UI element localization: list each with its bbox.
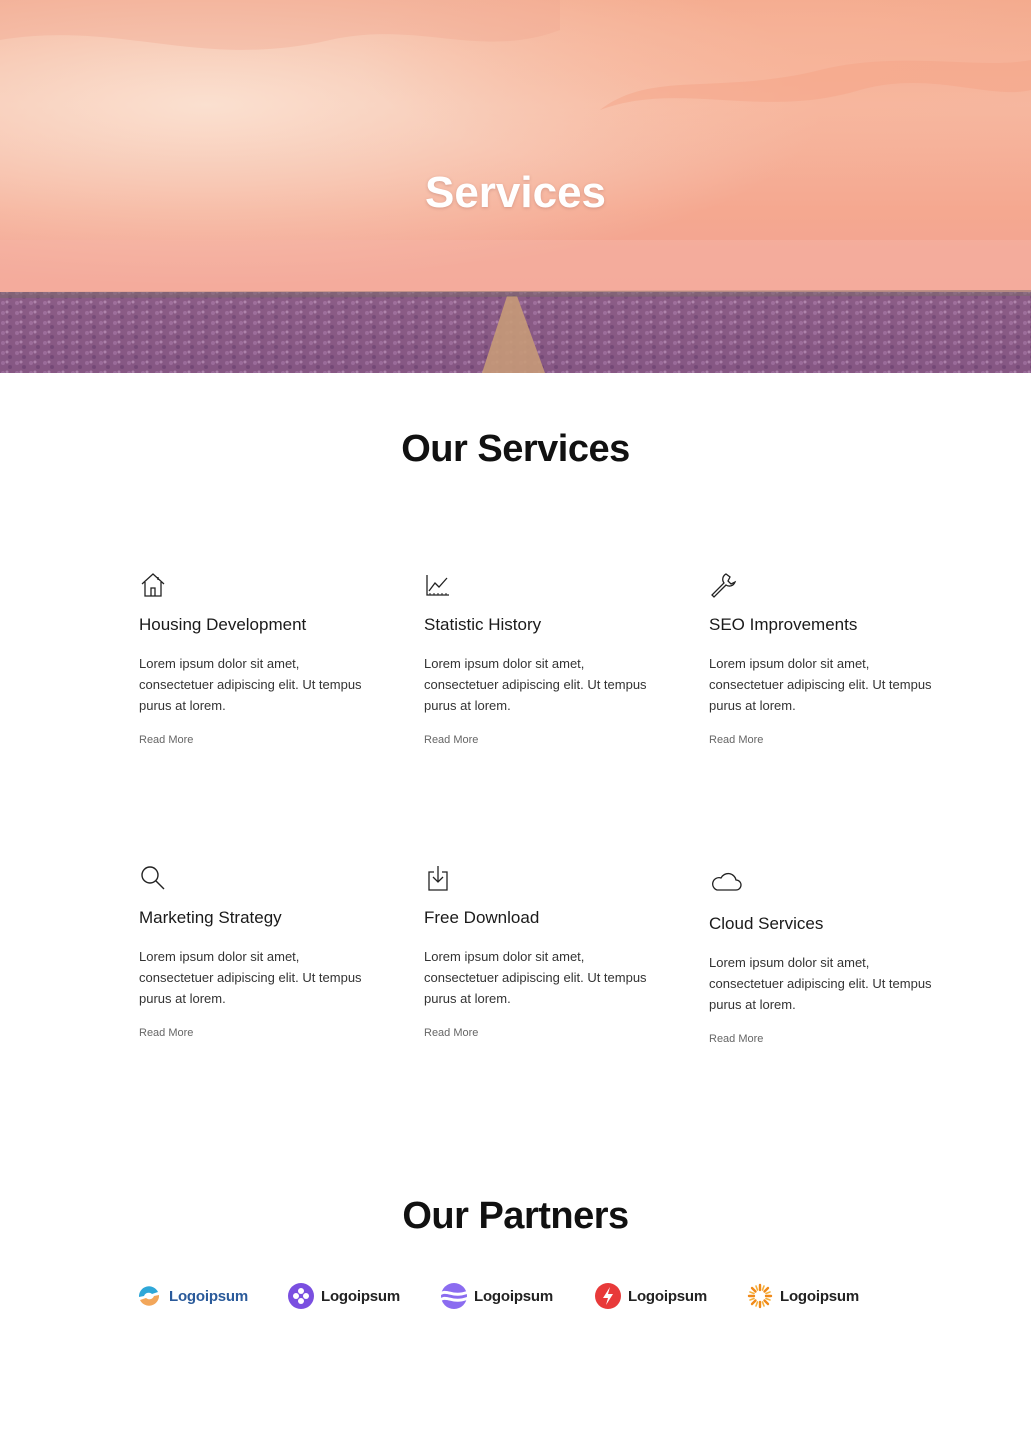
read-more-link[interactable]: Read More <box>709 1032 939 1046</box>
partner-name: Logoipsum <box>474 1287 554 1305</box>
service-card-marketing: Marketing Strategy Lorem ipsum dolor sit… <box>139 864 369 1040</box>
partner-logo-3[interactable]: Logoipsum <box>441 1282 553 1310</box>
partner-name: Logoipsum <box>321 1287 401 1305</box>
wrench-icon <box>709 571 737 599</box>
line-chart-icon <box>424 571 452 599</box>
service-description: Lorem ipsum dolor sit amet, consectetuer… <box>139 949 362 1006</box>
partner-name: Logoipsum <box>780 1287 860 1305</box>
search-icon <box>139 864 167 892</box>
service-title: Marketing Strategy <box>139 908 282 927</box>
service-card-cloud: Cloud Services Lorem ipsum dolor sit ame… <box>709 864 939 1046</box>
partners-logo-row: Logoipsum Logoipsum Logoipsum Logoipsum … <box>136 1282 896 1314</box>
service-description: Lorem ipsum dolor sit amet, consectetuer… <box>424 656 647 713</box>
service-description: Lorem ipsum dolor sit amet, consectetuer… <box>709 955 932 1012</box>
service-card-seo: SEO Improvements Lorem ipsum dolor sit a… <box>709 571 939 747</box>
partner-name: Logoipsum <box>628 1287 708 1305</box>
services-heading: Our Services <box>401 428 630 470</box>
service-description: Lorem ipsum dolor sit amet, consectetuer… <box>424 949 647 1006</box>
service-card-download: Free Download Lorem ipsum dolor sit amet… <box>424 864 654 1040</box>
read-more-link[interactable]: Read More <box>424 733 654 747</box>
bolt-logo-icon <box>595 1283 621 1309</box>
read-more-link[interactable]: Read More <box>709 733 939 747</box>
swirl-logo-icon <box>136 1283 162 1309</box>
service-description: Lorem ipsum dolor sit amet, consectetuer… <box>709 656 932 713</box>
read-more-link[interactable]: Read More <box>139 733 369 747</box>
sunburst-logo-icon <box>747 1283 773 1309</box>
wave-logo-icon <box>441 1283 467 1309</box>
partner-logo-4[interactable]: Logoipsum <box>595 1282 707 1310</box>
page-title: Services <box>424 168 607 217</box>
service-card-statistic: Statistic History Lorem ipsum dolor sit … <box>424 571 654 747</box>
cloud-icon <box>709 864 743 898</box>
partners-heading: Our Partners <box>402 1195 629 1237</box>
partner-logo-5[interactable]: Logoipsum <box>747 1282 859 1310</box>
partner-logo-2[interactable]: Logoipsum <box>288 1282 400 1310</box>
service-card-housing: Housing Development Lorem ipsum dolor si… <box>139 571 369 747</box>
house-icon <box>139 571 167 599</box>
partner-name: Logoipsum <box>169 1287 249 1305</box>
hero-banner: Services <box>0 0 1031 373</box>
service-title: Housing Development <box>139 615 307 634</box>
service-title: SEO Improvements <box>709 615 858 634</box>
partner-logo-1[interactable]: Logoipsum <box>136 1282 248 1310</box>
service-description: Lorem ipsum dolor sit amet, consectetuer… <box>139 656 362 713</box>
service-title: Statistic History <box>424 615 542 634</box>
flower-logo-icon <box>288 1283 314 1309</box>
download-icon <box>424 864 452 892</box>
service-title: Cloud Services <box>709 914 824 933</box>
read-more-link[interactable]: Read More <box>139 1026 369 1040</box>
read-more-link[interactable]: Read More <box>424 1026 654 1040</box>
service-title: Free Download <box>424 908 540 927</box>
